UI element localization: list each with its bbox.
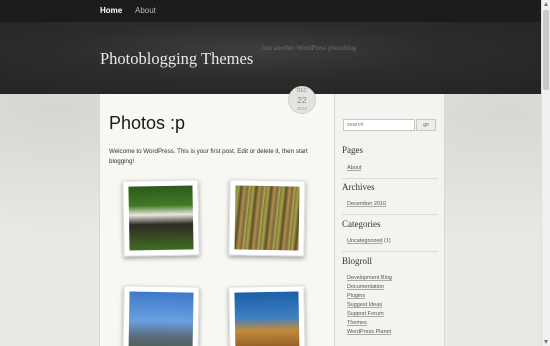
blogroll-link-support-forum[interactable]: Support Forum bbox=[347, 311, 384, 317]
post-body: Welcome to WordPress. This is your first… bbox=[109, 148, 308, 165]
search-button[interactable]: go bbox=[416, 119, 436, 131]
castle-sky-photo bbox=[128, 291, 194, 346]
widget-title-archives: Archives bbox=[342, 182, 375, 192]
photo-frame-1[interactable] bbox=[122, 179, 200, 257]
divider bbox=[342, 214, 438, 215]
sidebar-link-about[interactable]: About bbox=[347, 165, 361, 171]
divider bbox=[342, 251, 438, 252]
blogroll-link-development-blog[interactable]: Development Blog bbox=[347, 275, 392, 281]
photo-frame-3[interactable] bbox=[122, 285, 200, 346]
blogroll-link-themes[interactable]: Themes bbox=[347, 320, 367, 326]
site-header: Photoblogging Themes Just another WordPr… bbox=[0, 22, 550, 94]
date-badge: DEC 22 2010 bbox=[288, 86, 316, 134]
category-link-uncategorized[interactable]: Uncategorized bbox=[347, 238, 382, 244]
search-input[interactable] bbox=[343, 119, 415, 131]
top-nav: Home About bbox=[0, 0, 550, 22]
post-title[interactable]: Photos :p bbox=[109, 113, 185, 134]
sidebar: go Pages About Archives December 2010 Ca… bbox=[335, 94, 445, 346]
date-day: 22 bbox=[297, 95, 307, 105]
widget-title-pages: Pages bbox=[342, 145, 363, 155]
scroll-thumb[interactable] bbox=[543, 10, 549, 90]
photo-frame-2[interactable] bbox=[228, 179, 306, 257]
blogroll-link-suggest-ideas[interactable]: Suggest Ideas bbox=[347, 302, 382, 308]
blogroll-link-wordpress-planet[interactable]: WordPress Planet bbox=[347, 329, 391, 335]
wheat-sky-photo bbox=[234, 291, 300, 346]
nav-home-link[interactable]: Home bbox=[100, 6, 122, 15]
blogroll-link-documentation[interactable]: Documentation bbox=[347, 284, 384, 290]
category-item: Uncategorized (1) bbox=[347, 238, 391, 244]
main-content: Photos :p DEC 22 2010 Welcome to WordPre… bbox=[99, 86, 335, 346]
page-scrollbar[interactable] bbox=[541, 0, 550, 346]
site-tagline: Just another WordPress photoblog bbox=[261, 44, 357, 52]
archive-link-december-2010[interactable]: December 2010 bbox=[347, 201, 386, 207]
nav-about-link[interactable]: About bbox=[135, 6, 156, 15]
site-title[interactable]: Photoblogging Themes bbox=[100, 49, 253, 69]
date-month: DEC bbox=[296, 88, 308, 94]
couple-photo bbox=[128, 185, 194, 251]
abstract-grass-photo bbox=[234, 185, 300, 251]
date-year: 2010 bbox=[296, 106, 307, 111]
widget-title-blogroll: Blogroll bbox=[342, 256, 373, 266]
photo-frame-4[interactable] bbox=[228, 285, 306, 346]
scroll-down-icon[interactable] bbox=[544, 340, 548, 344]
blogroll-link-plugins[interactable]: Plugins bbox=[347, 293, 365, 299]
widget-title-categories: Categories bbox=[342, 219, 381, 229]
category-count: (1) bbox=[384, 238, 391, 244]
scroll-up-icon[interactable] bbox=[544, 2, 548, 6]
divider bbox=[342, 178, 438, 179]
search-form: go bbox=[343, 119, 437, 131]
